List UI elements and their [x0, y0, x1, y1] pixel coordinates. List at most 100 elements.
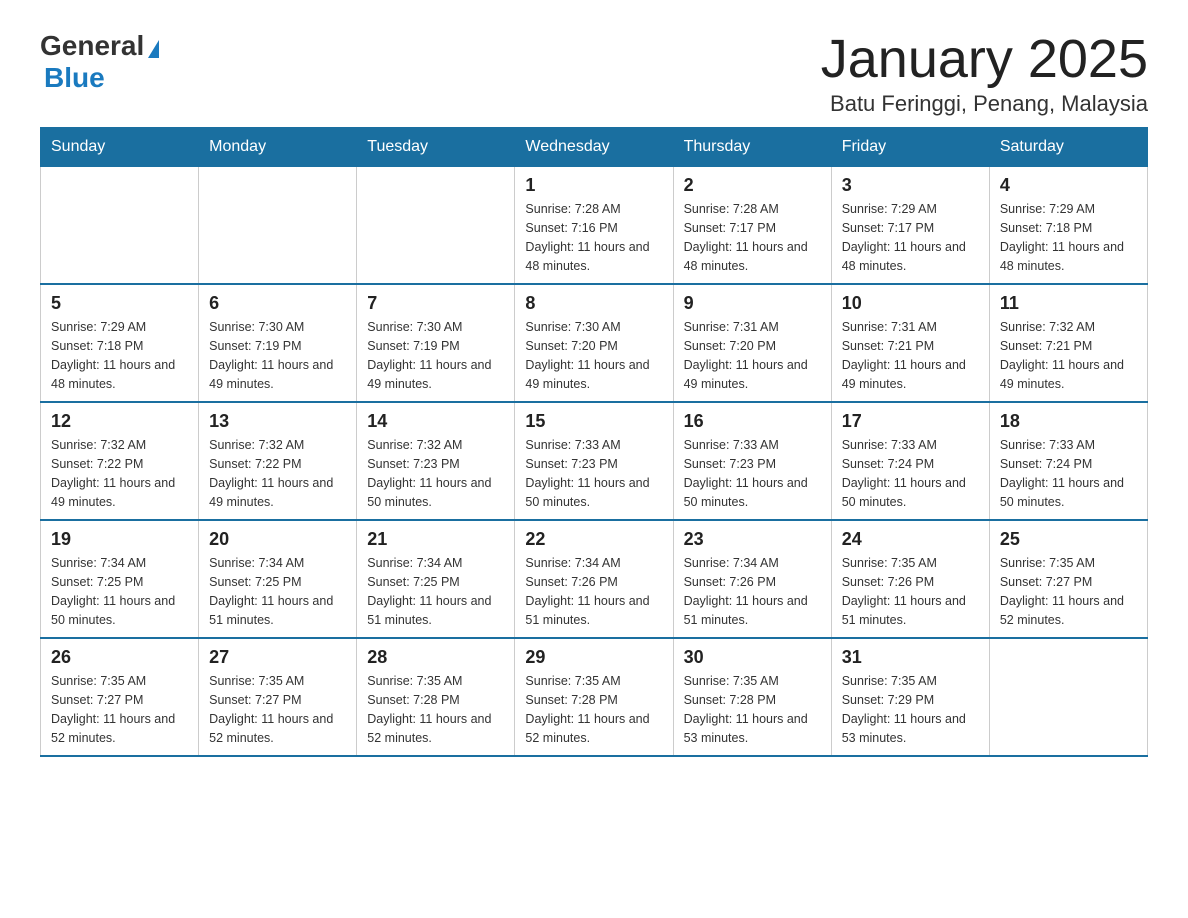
- calendar-cell: 8Sunrise: 7:30 AMSunset: 7:20 PMDaylight…: [515, 284, 673, 402]
- day-info: Sunrise: 7:29 AMSunset: 7:18 PMDaylight:…: [1000, 200, 1137, 275]
- day-info: Sunrise: 7:34 AMSunset: 7:25 PMDaylight:…: [209, 554, 346, 629]
- calendar-header-row: SundayMondayTuesdayWednesdayThursdayFrid…: [41, 128, 1148, 167]
- day-number: 9: [684, 293, 821, 314]
- header-thursday: Thursday: [673, 128, 831, 167]
- day-info: Sunrise: 7:35 AMSunset: 7:28 PMDaylight:…: [367, 672, 504, 747]
- calendar-cell: 22 Sunrise: 7:34 AMSunset: 7:26 PMDayligh…: [515, 520, 673, 638]
- calendar-cell: 15Sunrise: 7:33 AMSunset: 7:23 PMDayligh…: [515, 402, 673, 520]
- day-info: Sunrise: 7:30 AMSunset: 7:20 PMDaylight:…: [525, 318, 662, 393]
- header-sunday: Sunday: [41, 128, 199, 167]
- calendar-title: January 2025: [821, 30, 1148, 89]
- day-number: 19: [51, 529, 188, 550]
- day-number: 12: [51, 411, 188, 432]
- week-row-5: 26 Sunrise: 7:35 AMSunset: 7:27 PMDayligh…: [41, 638, 1148, 756]
- calendar-subtitle: Batu Feringgi, Penang, Malaysia: [821, 91, 1148, 117]
- day-number: 29: [525, 647, 662, 668]
- calendar-cell: 18 Sunrise: 7:33 AMSunset: 7:24 PMDayligh…: [989, 402, 1147, 520]
- day-number: 20: [209, 529, 346, 550]
- day-info: Sunrise: 7:34 AMSunset: 7:25 PMDaylight:…: [51, 554, 188, 629]
- day-number: 4: [1000, 175, 1137, 196]
- calendar-cell: 20 Sunrise: 7:34 AMSunset: 7:25 PMDayligh…: [199, 520, 357, 638]
- day-number: 16: [684, 411, 821, 432]
- day-info: Sunrise: 7:31 AMSunset: 7:21 PMDaylight:…: [842, 318, 979, 393]
- calendar-cell: 2 Sunrise: 7:28 AMSunset: 7:17 PMDaylight…: [673, 167, 831, 285]
- day-number: 1: [525, 175, 662, 196]
- day-number: 15: [525, 411, 662, 432]
- calendar-cell: 1Sunrise: 7:28 AMSunset: 7:16 PMDaylight…: [515, 167, 673, 285]
- calendar-cell: 23Sunrise: 7:34 AMSunset: 7:26 PMDayligh…: [673, 520, 831, 638]
- day-number: 13: [209, 411, 346, 432]
- week-row-4: 19 Sunrise: 7:34 AMSunset: 7:25 PMDayligh…: [41, 520, 1148, 638]
- logo-triangle-icon: [148, 40, 159, 58]
- day-info: Sunrise: 7:33 AMSunset: 7:23 PMDaylight:…: [684, 436, 821, 511]
- day-info: Sunrise: 7:34 AMSunset: 7:26 PMDaylight:…: [684, 554, 821, 629]
- day-number: 24: [842, 529, 979, 550]
- calendar-cell: 17 Sunrise: 7:33 AMSunset: 7:24 PMDayligh…: [831, 402, 989, 520]
- week-row-2: 5 Sunrise: 7:29 AMSunset: 7:18 PMDaylight…: [41, 284, 1148, 402]
- day-number: 10: [842, 293, 979, 314]
- day-info: Sunrise: 7:32 AMSunset: 7:21 PMDaylight:…: [1000, 318, 1137, 393]
- calendar-cell: 29Sunrise: 7:35 AMSunset: 7:28 PMDayligh…: [515, 638, 673, 756]
- day-number: 3: [842, 175, 979, 196]
- day-number: 2: [684, 175, 821, 196]
- day-number: 22: [525, 529, 662, 550]
- day-info: Sunrise: 7:32 AMSunset: 7:22 PMDaylight:…: [51, 436, 188, 511]
- calendar-cell: 6Sunrise: 7:30 AMSunset: 7:19 PMDaylight…: [199, 284, 357, 402]
- calendar-cell: [357, 167, 515, 285]
- day-number: 21: [367, 529, 504, 550]
- calendar-cell: 10 Sunrise: 7:31 AMSunset: 7:21 PMDayligh…: [831, 284, 989, 402]
- day-info: Sunrise: 7:35 AMSunset: 7:27 PMDaylight:…: [51, 672, 188, 747]
- calendar-cell: [989, 638, 1147, 756]
- calendar-cell: [199, 167, 357, 285]
- day-number: 5: [51, 293, 188, 314]
- day-number: 30: [684, 647, 821, 668]
- calendar-cell: 27 Sunrise: 7:35 AMSunset: 7:27 PMDayligh…: [199, 638, 357, 756]
- day-info: Sunrise: 7:30 AMSunset: 7:19 PMDaylight:…: [367, 318, 504, 393]
- header-saturday: Saturday: [989, 128, 1147, 167]
- calendar-cell: 28 Sunrise: 7:35 AMSunset: 7:28 PMDayligh…: [357, 638, 515, 756]
- calendar-cell: 5 Sunrise: 7:29 AMSunset: 7:18 PMDaylight…: [41, 284, 199, 402]
- day-info: Sunrise: 7:35 AMSunset: 7:27 PMDaylight:…: [209, 672, 346, 747]
- day-info: Sunrise: 7:33 AMSunset: 7:24 PMDaylight:…: [842, 436, 979, 511]
- day-info: Sunrise: 7:34 AMSunset: 7:26 PMDaylight:…: [525, 554, 662, 629]
- day-info: Sunrise: 7:31 AMSunset: 7:20 PMDaylight:…: [684, 318, 821, 393]
- header-wednesday: Wednesday: [515, 128, 673, 167]
- day-number: 11: [1000, 293, 1137, 314]
- calendar-cell: 24 Sunrise: 7:35 AMSunset: 7:26 PMDayligh…: [831, 520, 989, 638]
- day-info: Sunrise: 7:34 AMSunset: 7:25 PMDaylight:…: [367, 554, 504, 629]
- calendar-cell: [41, 167, 199, 285]
- day-info: Sunrise: 7:28 AMSunset: 7:17 PMDaylight:…: [684, 200, 821, 275]
- calendar-cell: 30 Sunrise: 7:35 AMSunset: 7:28 PMDayligh…: [673, 638, 831, 756]
- day-info: Sunrise: 7:33 AMSunset: 7:24 PMDaylight:…: [1000, 436, 1137, 511]
- week-row-3: 12 Sunrise: 7:32 AMSunset: 7:22 PMDayligh…: [41, 402, 1148, 520]
- day-info: Sunrise: 7:35 AMSunset: 7:27 PMDaylight:…: [1000, 554, 1137, 629]
- logo-general-text: General: [40, 30, 144, 62]
- day-info: Sunrise: 7:35 AMSunset: 7:28 PMDaylight:…: [684, 672, 821, 747]
- day-info: Sunrise: 7:32 AMSunset: 7:23 PMDaylight:…: [367, 436, 504, 511]
- calendar-cell: 14 Sunrise: 7:32 AMSunset: 7:23 PMDayligh…: [357, 402, 515, 520]
- day-number: 17: [842, 411, 979, 432]
- day-number: 26: [51, 647, 188, 668]
- calendar-cell: 21 Sunrise: 7:34 AMSunset: 7:25 PMDayligh…: [357, 520, 515, 638]
- day-number: 7: [367, 293, 504, 314]
- calendar-cell: 16 Sunrise: 7:33 AMSunset: 7:23 PMDayligh…: [673, 402, 831, 520]
- day-number: 31: [842, 647, 979, 668]
- day-number: 28: [367, 647, 504, 668]
- page-header: General Blue January 2025 Batu Feringgi,…: [40, 30, 1148, 117]
- day-info: Sunrise: 7:35 AMSunset: 7:29 PMDaylight:…: [842, 672, 979, 747]
- day-info: Sunrise: 7:29 AMSunset: 7:18 PMDaylight:…: [51, 318, 188, 393]
- calendar-cell: 31 Sunrise: 7:35 AMSunset: 7:29 PMDayligh…: [831, 638, 989, 756]
- calendar-cell: 13Sunrise: 7:32 AMSunset: 7:22 PMDayligh…: [199, 402, 357, 520]
- title-section: January 2025 Batu Feringgi, Penang, Mala…: [821, 30, 1148, 117]
- day-number: 14: [367, 411, 504, 432]
- day-info: Sunrise: 7:35 AMSunset: 7:26 PMDaylight:…: [842, 554, 979, 629]
- day-number: 18: [1000, 411, 1137, 432]
- day-number: 27: [209, 647, 346, 668]
- logo-blue-text: Blue: [44, 62, 105, 94]
- calendar-cell: 3Sunrise: 7:29 AMSunset: 7:17 PMDaylight…: [831, 167, 989, 285]
- logo: General Blue: [40, 30, 159, 94]
- day-info: Sunrise: 7:30 AMSunset: 7:19 PMDaylight:…: [209, 318, 346, 393]
- week-row-1: 1Sunrise: 7:28 AMSunset: 7:16 PMDaylight…: [41, 167, 1148, 285]
- header-monday: Monday: [199, 128, 357, 167]
- calendar-cell: 26 Sunrise: 7:35 AMSunset: 7:27 PMDayligh…: [41, 638, 199, 756]
